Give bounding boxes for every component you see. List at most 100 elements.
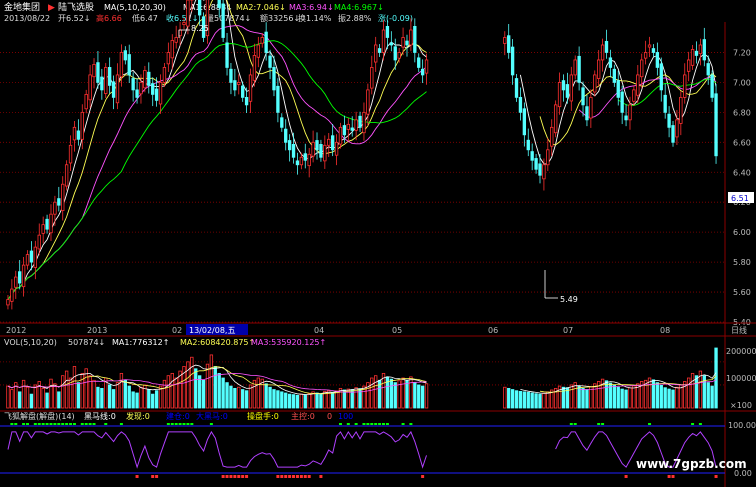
quote-turnover: 换1.14% [298,13,332,23]
candle-body [397,52,401,59]
candle-body [616,80,620,98]
volume-bar [710,385,714,409]
volume-bar [139,386,143,409]
candle-body [538,163,542,176]
candlestick [221,0,225,42]
candle-body [690,49,695,66]
volume-bar [225,382,229,409]
candle-body [330,135,335,151]
volume-bar [76,382,81,409]
candle-body [350,127,354,131]
candle-body [366,89,370,115]
buy-marker [209,423,213,425]
candle-body [420,68,425,76]
vol-ma1: MA1:776312↑ [112,338,169,347]
ma3-value: MA3:6.94↓ [289,3,334,12]
buy-marker [65,423,69,425]
candlestick [64,160,69,191]
candle-body [522,108,527,136]
buy-marker [597,423,601,425]
price-tick-label: 5.80 [733,258,751,267]
candle-body [581,87,585,106]
candle-body [147,71,151,86]
volume-bar [96,386,100,409]
play-arrow-icon[interactable]: ▶ [48,3,55,13]
period-daily-label[interactable]: 日线 [731,325,747,335]
volume-bar [291,394,296,409]
time-label-05: 05 [392,326,402,335]
price-tick-label: 6.00 [733,228,751,237]
volume-bar [45,392,49,409]
volume-bar [573,382,577,409]
buy-marker [385,423,389,425]
volume-bar [10,389,14,409]
candle-body [131,78,135,91]
candle-body [88,74,92,101]
buy-marker [362,423,366,425]
volume-bar [135,392,139,409]
sell-marker [276,475,280,478]
buy-marker [33,423,37,425]
black-horse-line: 黑马线:0 [84,411,116,421]
candlestick [710,70,714,102]
volume-bar [190,356,194,409]
candle-body [29,250,34,263]
candle-body [158,82,163,105]
volume-bar [319,393,323,409]
candlestick [553,100,558,138]
volume-bar [683,381,687,409]
price-tick-label: 5.60 [733,288,751,297]
candle-body [655,52,660,68]
volume-bar [201,379,206,409]
candle-body [280,117,284,128]
candle-body [100,76,104,91]
volume-bar [667,388,671,409]
candle-body [393,46,397,61]
candle-body [64,164,69,187]
candle-body [41,224,45,234]
volume-bar [197,375,202,409]
volume-bar [166,375,171,409]
high-price-label: 8.25 [191,24,209,33]
current-price: 6.51 [731,194,749,203]
vol-unit: ×100 [730,401,752,410]
candle-body [710,74,714,98]
sell-marker [671,475,675,478]
stock-chart[interactable]: 金地集团 ▶ 陆飞选股 MA(5,10,20,30) MA1:6.888↓ MA… [0,0,756,487]
candle-body [698,44,703,55]
candle-body [143,70,147,89]
time-label-02: 02 [172,326,182,335]
candle-body [45,218,49,230]
indicator-tick-100: 100.00 [728,421,756,430]
volume-bar [514,390,519,409]
candle-body [107,67,112,86]
candle-body [76,130,81,140]
sell-marker [155,475,159,478]
volume-bar [690,372,695,409]
buy-marker [57,423,61,425]
volume-bar [409,376,413,409]
candlestick [514,74,519,102]
time-label-04: 04 [314,326,324,335]
candle-body [389,42,394,46]
ma2-value: MA2:7.046↓ [236,3,286,12]
buy-marker [37,423,41,425]
volume-bar [284,392,288,409]
time-label-2012: 2012 [6,326,26,335]
sell-marker [303,475,307,478]
sell-marker [237,475,241,478]
candle-body [604,40,609,53]
volume-bar [624,389,628,409]
buy-marker [601,423,605,425]
volume-bar [256,377,261,409]
vol-ma2: MA2:608420.875↑ [180,338,255,347]
volume-bar [41,387,45,409]
sell-marker [221,475,225,478]
candle-body [68,144,73,164]
candle-body [553,104,558,134]
quote-low: 低6.47 [132,13,158,23]
volume-bar [100,387,104,409]
volume-bar [585,389,589,409]
volume-bar [424,383,429,409]
time-label-08: 08 [660,326,670,335]
